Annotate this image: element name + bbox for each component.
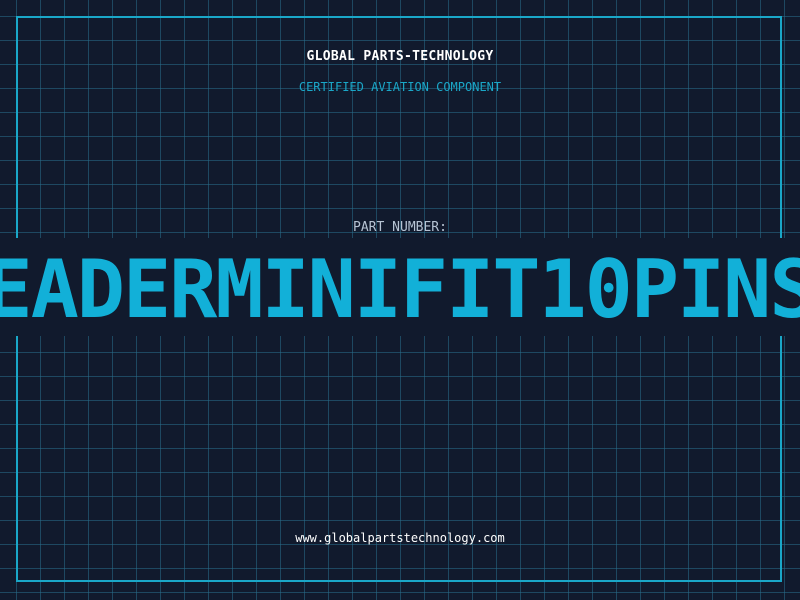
part-number-label: PART NUMBER: <box>353 220 447 235</box>
part-number-value: EADERMINIFIT10PINS <box>0 243 800 336</box>
website-url: www.globalpartstechnology.com <box>295 531 505 545</box>
label-canvas: GLOBAL PARTS-TECHNOLOGY CERTIFIED AVIATI… <box>0 0 800 600</box>
brand-name: GLOBAL PARTS-TECHNOLOGY <box>306 49 494 64</box>
brand-tagline: CERTIFIED AVIATION COMPONENT <box>298 80 502 94</box>
